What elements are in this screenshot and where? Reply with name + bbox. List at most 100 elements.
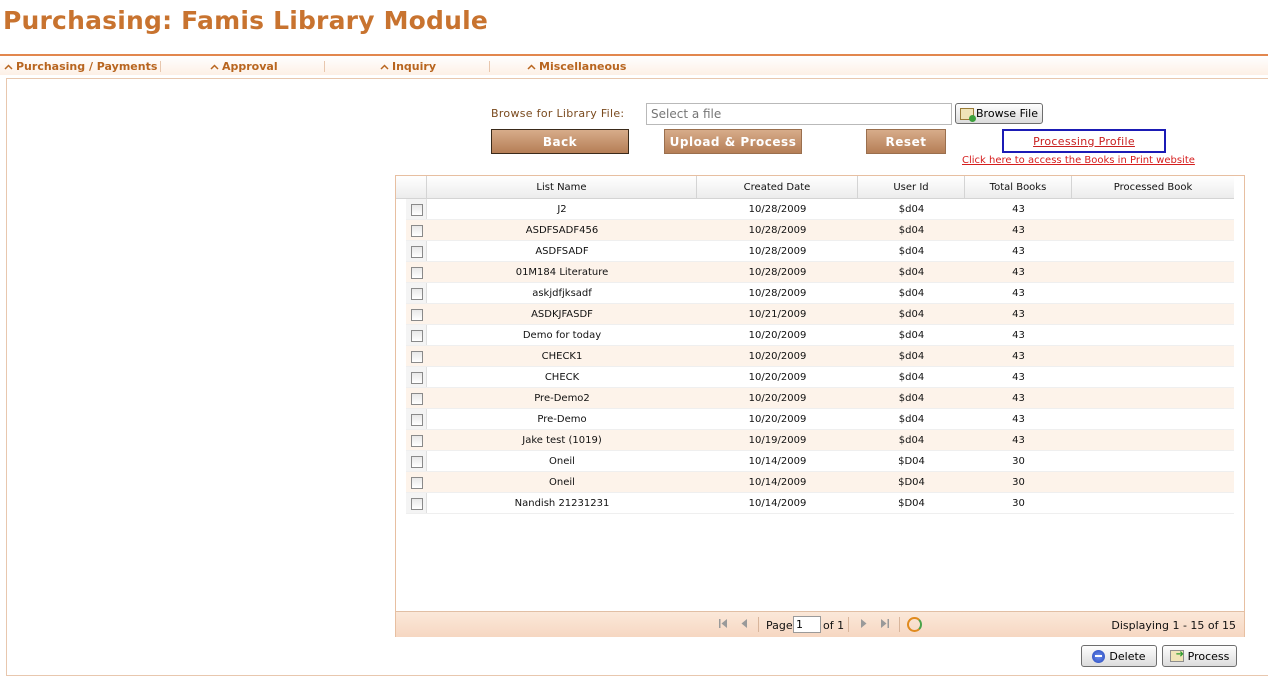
table-row[interactable]: askjdfjksadf 10/28/2009 $d04 43 bbox=[406, 283, 1234, 304]
header-checkbox-column bbox=[396, 176, 427, 199]
table-row[interactable]: CHECK1 10/20/2009 $d04 43 bbox=[406, 346, 1234, 367]
cell-processed-book bbox=[1072, 493, 1234, 514]
table-row[interactable]: Pre-Demo 10/20/2009 $d04 43 bbox=[406, 409, 1234, 430]
cell-total-books: 43 bbox=[1012, 435, 1025, 446]
cell-list-name: Nandish 21231231 bbox=[514, 498, 610, 509]
row-checkbox[interactable] bbox=[410, 266, 423, 279]
table-row[interactable]: ASDFSADF456 10/28/2009 $d04 43 bbox=[406, 220, 1234, 241]
table-row[interactable]: Oneil 10/14/2009 $D04 30 bbox=[406, 472, 1234, 493]
row-checkbox[interactable] bbox=[410, 476, 423, 489]
table-row[interactable]: ASDKJFASDF 10/21/2009 $d04 43 bbox=[406, 304, 1234, 325]
cell-processed-book bbox=[1072, 283, 1234, 304]
paging-toolbar: Page of 1 Displaying 1 - 15 of 15 bbox=[396, 611, 1244, 637]
top-menu-bar: Purchasing / Payments Approval Inquiry M… bbox=[0, 54, 1268, 75]
cell-list-name: CHECK1 bbox=[541, 351, 583, 362]
cell-created-date: 10/14/2009 bbox=[748, 456, 807, 467]
menu-item-label: Inquiry bbox=[392, 60, 436, 73]
cell-user-id: $D04 bbox=[898, 498, 925, 509]
cell-total-books: 43 bbox=[1012, 372, 1025, 383]
cell-list-name: Pre-Demo2 bbox=[534, 393, 590, 404]
page-number-input[interactable] bbox=[793, 616, 821, 633]
cell-user-id: $d04 bbox=[898, 246, 925, 257]
delete-button[interactable]: Delete bbox=[1081, 645, 1157, 667]
row-checkbox-cell bbox=[406, 430, 427, 451]
row-checkbox[interactable] bbox=[410, 308, 423, 321]
row-checkbox[interactable] bbox=[410, 371, 423, 384]
cell-user-id: $d04 bbox=[898, 414, 925, 425]
next-page-icon[interactable] bbox=[859, 618, 868, 632]
upload-process-button[interactable]: Upload & Process bbox=[664, 129, 802, 154]
row-checkbox-cell bbox=[406, 262, 427, 283]
processing-profile-box: Processing Profile bbox=[1002, 129, 1166, 153]
column-header-total-books[interactable]: Total Books bbox=[965, 176, 1072, 199]
menu-item-approval[interactable]: Approval bbox=[210, 60, 278, 73]
cell-created-date: 10/20/2009 bbox=[748, 351, 807, 362]
chevron-up-icon bbox=[210, 60, 219, 73]
row-checkbox-cell bbox=[406, 241, 427, 262]
page-label: Page bbox=[766, 619, 793, 632]
table-row[interactable]: Nandish 21231231 10/14/2009 $D04 30 bbox=[406, 493, 1234, 514]
cell-list-name: ASDKJFASDF bbox=[531, 309, 593, 320]
cell-created-date: 10/20/2009 bbox=[748, 393, 807, 404]
refresh-icon[interactable] bbox=[907, 617, 922, 632]
table-row[interactable]: ASDFSADF 10/28/2009 $d04 43 bbox=[406, 241, 1234, 262]
table-row[interactable]: 01M184 Literature 10/28/2009 $d04 43 bbox=[406, 262, 1234, 283]
chevron-up-icon bbox=[527, 60, 536, 73]
table-row[interactable]: J2 10/28/2009 $d04 43 bbox=[406, 199, 1234, 220]
menu-divider bbox=[489, 61, 490, 72]
row-checkbox[interactable] bbox=[410, 392, 423, 405]
cell-list-name: Jake test (1019) bbox=[522, 435, 602, 446]
cell-created-date: 10/28/2009 bbox=[748, 267, 807, 278]
cell-total-books: 43 bbox=[1012, 225, 1025, 236]
table-row[interactable]: CHECK 10/20/2009 $d04 43 bbox=[406, 367, 1234, 388]
file-path-input[interactable] bbox=[646, 103, 952, 125]
reset-button[interactable]: Reset bbox=[866, 129, 946, 154]
row-checkbox[interactable] bbox=[410, 329, 423, 342]
process-icon bbox=[1169, 649, 1184, 662]
menu-item-inquiry[interactable]: Inquiry bbox=[380, 60, 436, 73]
row-checkbox[interactable] bbox=[410, 413, 423, 426]
row-checkbox[interactable] bbox=[410, 434, 423, 447]
cell-processed-book bbox=[1072, 388, 1234, 409]
row-checkbox[interactable] bbox=[410, 287, 423, 300]
cell-list-name: 01M184 Literature bbox=[515, 267, 609, 278]
cell-user-id: $d04 bbox=[898, 267, 925, 278]
add-file-icon bbox=[960, 107, 977, 122]
row-checkbox[interactable] bbox=[410, 455, 423, 468]
cell-user-id: $d04 bbox=[898, 435, 925, 446]
back-button[interactable]: Back bbox=[491, 129, 629, 154]
process-button[interactable]: Process bbox=[1162, 645, 1237, 667]
row-checkbox-cell bbox=[406, 199, 427, 220]
first-page-icon[interactable] bbox=[718, 618, 729, 632]
cell-created-date: 10/20/2009 bbox=[748, 372, 807, 383]
books-in-print-link[interactable]: Click here to access the Books in Print … bbox=[962, 155, 1195, 166]
column-header-user-id[interactable]: User Id bbox=[858, 176, 965, 199]
row-checkbox[interactable] bbox=[410, 350, 423, 363]
process-button-label: Process bbox=[1187, 649, 1230, 663]
cell-user-id: $D04 bbox=[898, 477, 925, 488]
row-checkbox[interactable] bbox=[410, 203, 423, 216]
table-row[interactable]: Pre-Demo2 10/20/2009 $d04 43 bbox=[406, 388, 1234, 409]
page-title: Purchasing: Famis Library Module bbox=[3, 6, 489, 35]
column-header-list-name[interactable]: List Name bbox=[427, 176, 697, 199]
cell-list-name: askjdfjksadf bbox=[532, 288, 592, 299]
grid-body: J2 10/28/2009 $d04 43 ASDFSADF456 10/28/2009 $… bbox=[406, 199, 1234, 514]
table-row[interactable]: Demo for today 10/20/2009 $d04 43 bbox=[406, 325, 1234, 346]
row-checkbox[interactable] bbox=[410, 224, 423, 237]
column-header-created-date[interactable]: Created Date bbox=[697, 176, 858, 199]
cell-total-books: 43 bbox=[1012, 204, 1025, 215]
column-header-processed-book[interactable]: Processed Book bbox=[1072, 176, 1234, 199]
menu-divider bbox=[160, 61, 161, 72]
cell-created-date: 10/20/2009 bbox=[748, 330, 807, 341]
processing-profile-link[interactable]: Processing Profile bbox=[1033, 135, 1135, 148]
previous-page-icon[interactable] bbox=[740, 618, 749, 632]
browse-file-button[interactable]: Browse File bbox=[955, 103, 1043, 124]
menu-item-miscellaneous[interactable]: Miscellaneous bbox=[527, 60, 626, 73]
chevron-up-icon bbox=[4, 60, 13, 73]
last-page-icon[interactable] bbox=[879, 618, 890, 632]
table-row[interactable]: Jake test (1019) 10/19/2009 $d04 43 bbox=[406, 430, 1234, 451]
table-row[interactable]: Oneil 10/14/2009 $D04 30 bbox=[406, 451, 1234, 472]
row-checkbox[interactable] bbox=[410, 245, 423, 258]
menu-item-purchasing-payments[interactable]: Purchasing / Payments bbox=[4, 60, 157, 73]
row-checkbox[interactable] bbox=[410, 497, 423, 510]
